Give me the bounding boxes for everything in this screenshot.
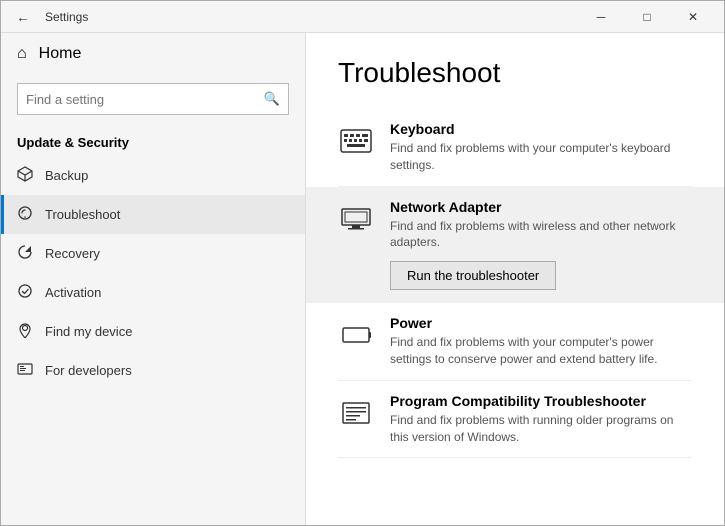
compat-title: Program Compatibility Troubleshooter (390, 393, 692, 409)
compat-icon (338, 395, 374, 431)
minimize-button[interactable]: ─ (578, 1, 624, 33)
compat-content: Program Compatibility Troubleshooter Fin… (390, 393, 692, 446)
network-title: Network Adapter (390, 199, 692, 215)
sidebar-item-label: Recovery (45, 246, 100, 261)
sidebar: ⌂ Home 🔍 Update & Security Backup (1, 33, 306, 525)
troubleshoot-item-network: Network Adapter Find and fix problems wi… (306, 187, 724, 304)
backup-icon (17, 166, 33, 185)
compat-desc: Find and fix problems with running older… (390, 412, 692, 446)
keyboard-title: Keyboard (390, 121, 692, 137)
search-input[interactable] (26, 92, 264, 107)
sidebar-item-home[interactable]: ⌂ Home (1, 33, 305, 75)
titlebar-title: Settings (45, 10, 88, 24)
page-title: Troubleshoot (338, 57, 692, 89)
network-desc: Find and fix problems with wireless and … (390, 218, 692, 252)
close-button[interactable]: ✕ (670, 1, 716, 33)
maximize-button[interactable]: □ (624, 1, 670, 33)
search-icon: 🔍 (264, 91, 280, 107)
sidebar-item-troubleshoot[interactable]: Troubleshoot (1, 195, 305, 234)
titlebar: ← Settings ─ □ ✕ (1, 1, 724, 33)
main-panel: Troubleshoot (306, 33, 724, 525)
power-desc: Find and fix problems with your computer… (390, 334, 692, 368)
sidebar-item-backup[interactable]: Backup (1, 156, 305, 195)
sidebar-item-find-my-device[interactable]: Find my device (1, 312, 305, 351)
troubleshoot-item-keyboard: Keyboard Find and fix problems with your… (338, 109, 692, 187)
troubleshoot-item-power: Power Find and fix problems with your co… (338, 303, 692, 381)
keyboard-desc: Find and fix problems with your computer… (390, 140, 692, 174)
back-button[interactable]: ← (9, 3, 37, 31)
sidebar-item-recovery[interactable]: Recovery (1, 234, 305, 273)
sidebar-section-title: Update & Security (1, 127, 305, 156)
sidebar-item-label: For developers (45, 363, 132, 378)
activation-icon (17, 283, 33, 302)
settings-window: ← Settings ─ □ ✕ ⌂ Home 🔍 Update & Secur… (0, 0, 725, 526)
recovery-icon (17, 244, 33, 263)
home-icon: ⌂ (17, 45, 27, 63)
troubleshoot-item-compat: Program Compatibility Troubleshooter Fin… (338, 381, 692, 459)
power-title: Power (390, 315, 692, 331)
sidebar-item-activation[interactable]: Activation (1, 273, 305, 312)
network-content: Network Adapter Find and fix problems wi… (390, 199, 692, 291)
keyboard-icon (338, 123, 374, 159)
run-troubleshooter-button[interactable]: Run the troubleshooter (390, 261, 556, 290)
developers-icon (17, 361, 33, 380)
keyboard-content: Keyboard Find and fix problems with your… (390, 121, 692, 174)
main-content: ⌂ Home 🔍 Update & Security Backup (1, 33, 724, 525)
sidebar-home-label: Home (39, 45, 82, 63)
network-icon (338, 201, 374, 237)
sidebar-item-label: Find my device (45, 324, 132, 339)
sidebar-item-label: Backup (45, 168, 88, 183)
power-icon (338, 317, 374, 353)
power-content: Power Find and fix problems with your co… (390, 315, 692, 368)
find-device-icon (17, 322, 33, 341)
search-box[interactable]: 🔍 (17, 83, 289, 115)
troubleshoot-icon (17, 205, 33, 224)
sidebar-item-for-developers[interactable]: For developers (1, 351, 305, 390)
sidebar-item-label: Activation (45, 285, 101, 300)
window-controls: ─ □ ✕ (578, 1, 716, 33)
sidebar-item-label: Troubleshoot (45, 207, 120, 222)
